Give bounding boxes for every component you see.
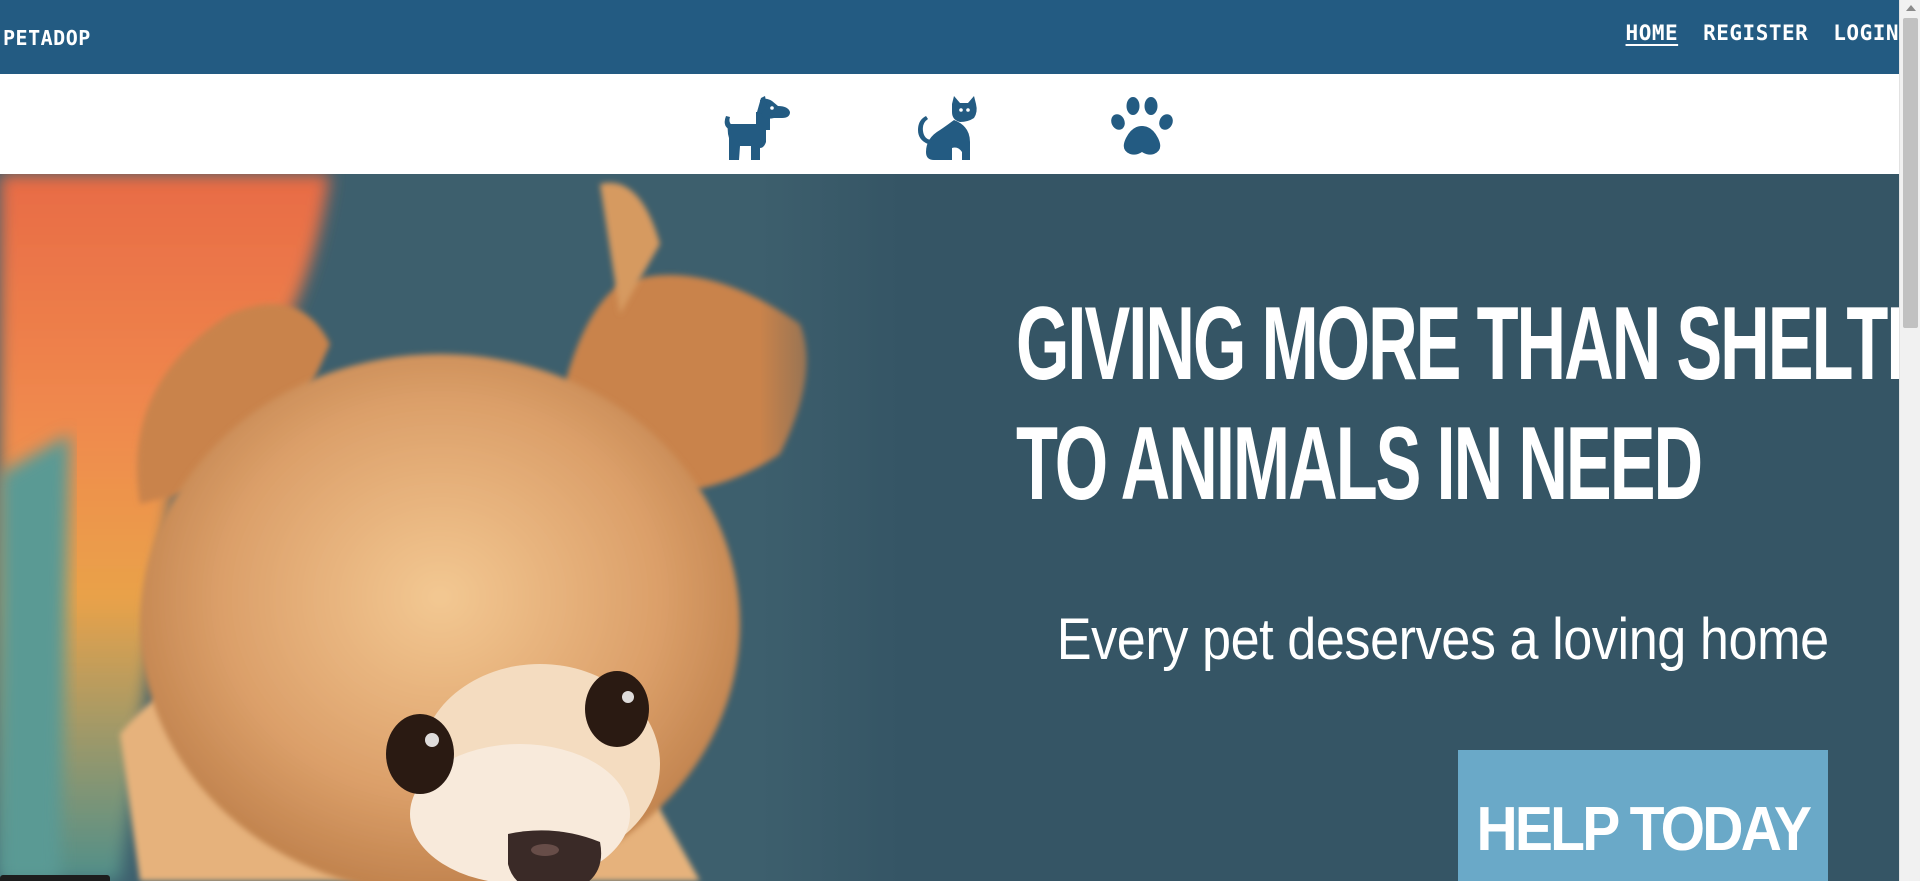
bottom-edge-tab bbox=[0, 875, 110, 881]
cat-category-button[interactable] bbox=[918, 96, 982, 160]
other-pets-category-button[interactable] bbox=[1110, 96, 1174, 158]
headline-line-2: TO ANIMALS IN NEED bbox=[1016, 406, 1703, 522]
nav-login-link[interactable]: LOGIN bbox=[1833, 21, 1899, 45]
nav-register-link[interactable]: REGISTER bbox=[1703, 21, 1808, 45]
scroll-up-arrow-icon[interactable] bbox=[1900, 0, 1920, 16]
dog-photo bbox=[0, 174, 900, 881]
cat-icon bbox=[918, 96, 977, 160]
page: PETADOP HOME REGISTER LOGIN GIVING MORE … bbox=[0, 0, 1899, 881]
headline-line-1: GIVING MORE THAN SHELTER bbox=[1016, 286, 1899, 402]
page-scrollbar[interactable] bbox=[1899, 0, 1920, 881]
paw-icon bbox=[1111, 97, 1173, 155]
scrollbar-thumb[interactable] bbox=[1903, 18, 1918, 328]
nav-links: HOME REGISTER LOGIN bbox=[1626, 21, 1899, 45]
dog-category-button[interactable] bbox=[720, 96, 794, 160]
help-today-button[interactable]: HELP TODAY bbox=[1458, 750, 1828, 881]
nav-home-link[interactable]: HOME bbox=[1626, 21, 1679, 45]
top-navbar: PETADOP HOME REGISTER LOGIN bbox=[0, 0, 1899, 74]
help-today-label: HELP TODAY bbox=[1476, 795, 1812, 864]
hero-tagline: Every pet deserves a loving home bbox=[1057, 607, 1829, 672]
hero-headline: GIVING MORE THAN SHELTER® TO ANIMALS IN … bbox=[1016, 254, 1899, 524]
hero-banner: GIVING MORE THAN SHELTER® TO ANIMALS IN … bbox=[0, 174, 1899, 881]
brand-logo[interactable]: PETADOP bbox=[3, 26, 91, 50]
category-bar bbox=[0, 74, 1899, 174]
dog-icon bbox=[724, 96, 790, 160]
